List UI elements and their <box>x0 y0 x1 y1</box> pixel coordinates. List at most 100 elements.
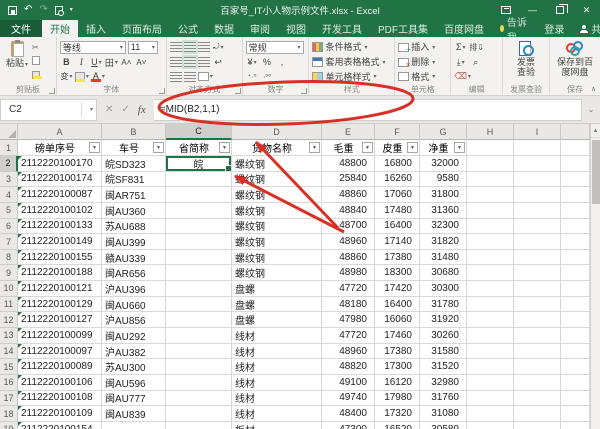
cell-I6[interactable] <box>514 219 561 235</box>
row-header-4[interactable]: 4 <box>0 187 18 203</box>
cell-E7[interactable]: 48960 <box>322 234 375 250</box>
cell-E9[interactable]: 48980 <box>322 265 375 281</box>
cell-D13[interactable]: 线材 <box>232 328 322 344</box>
header-cell-C[interactable]: 省简称▼ <box>166 140 232 156</box>
cell-E14[interactable]: 48960 <box>322 344 375 360</box>
cell-H14[interactable] <box>467 344 514 360</box>
cell-D12[interactable]: 盘螺 <box>232 312 322 328</box>
cell-D16[interactable]: 线材 <box>232 375 322 391</box>
column-header-G[interactable]: G <box>420 124 467 140</box>
cell-C9[interactable] <box>166 265 232 281</box>
cell-G11[interactable]: 31780 <box>420 297 467 313</box>
insert-cells-button[interactable]: 插入 <box>411 42 429 52</box>
cell-?7[interactable] <box>561 234 590 250</box>
header-cell-D[interactable]: 货物名称▼ <box>232 140 322 156</box>
cell-?8[interactable] <box>561 250 590 266</box>
cell-B9[interactable]: 闽AR656 <box>102 265 166 281</box>
cell-E2[interactable]: 48800 <box>322 156 375 172</box>
column-header-F[interactable]: F <box>375 124 420 140</box>
cell-B13[interactable]: 闽AU292 <box>102 328 166 344</box>
cell-C11[interactable] <box>166 297 232 313</box>
cell-A4[interactable]: 2112220100087 <box>18 187 102 203</box>
delete-cells-button[interactable]: 删除 <box>411 57 429 67</box>
cell-E15[interactable]: 48820 <box>322 359 375 375</box>
format-painter-icon[interactable] <box>32 71 40 82</box>
cell-C18[interactable] <box>166 406 232 422</box>
cell-I18[interactable] <box>514 406 561 422</box>
share-button[interactable]: 共享 <box>572 21 600 36</box>
cell-I8[interactable] <box>514 250 561 266</box>
shrink-font-button[interactable]: A˅ <box>135 56 148 69</box>
cell-E18[interactable]: 48400 <box>322 406 375 422</box>
cell-H10[interactable] <box>467 281 514 297</box>
cell-B15[interactable]: 苏AU300 <box>102 359 166 375</box>
cell-C12[interactable] <box>166 312 232 328</box>
cell-I14[interactable] <box>514 344 561 360</box>
cell-I13[interactable] <box>514 328 561 344</box>
cell-G17[interactable]: 31760 <box>420 391 467 407</box>
clear-button[interactable]: ⌫▾ <box>454 70 471 83</box>
row-header-5[interactable]: 5 <box>0 203 18 219</box>
column-header-E[interactable]: E <box>322 124 375 140</box>
merge-center-button[interactable]: ▾ <box>198 70 213 83</box>
font-color-button[interactable]: A▾ <box>91 70 105 83</box>
cell-G3[interactable]: 9580 <box>420 172 467 188</box>
cell-?12[interactable] <box>561 312 590 328</box>
row-header-12[interactable]: 12 <box>0 312 18 328</box>
cell-F3[interactable]: 16260 <box>375 172 420 188</box>
row-header-18[interactable]: 18 <box>0 406 18 422</box>
increase-indent-icon[interactable] <box>184 72 196 82</box>
borders-button[interactable]: 田▾ <box>105 56 118 69</box>
cell-?15[interactable] <box>561 359 590 375</box>
cell-A18[interactable]: 2112220100109 <box>18 406 102 422</box>
cell-A11[interactable]: 2112220100129 <box>18 297 102 313</box>
cell-H3[interactable] <box>467 172 514 188</box>
invoice-check-button[interactable]: 发票查验 <box>510 40 542 84</box>
cell-F18[interactable]: 17320 <box>375 406 420 422</box>
cell-I10[interactable] <box>514 281 561 297</box>
cell-F11[interactable]: 16400 <box>375 297 420 313</box>
cell-H17[interactable] <box>467 391 514 407</box>
cell-B10[interactable]: 沪AU396 <box>102 281 166 297</box>
cell-B18[interactable]: 闽AU839 <box>102 406 166 422</box>
format-as-table-button[interactable]: 套用表格格式 <box>325 57 379 67</box>
cell-?5[interactable] <box>561 203 590 219</box>
cell-A12[interactable]: 2112220100127 <box>18 312 102 328</box>
cell-E10[interactable]: 47720 <box>322 281 375 297</box>
cell-I17[interactable] <box>514 391 561 407</box>
minimize-button[interactable]: — <box>519 0 546 20</box>
header-cell-A[interactable]: 磅单序号▼ <box>18 140 102 156</box>
redo-icon[interactable]: ↷ <box>39 5 47 15</box>
cell-H7[interactable] <box>467 234 514 250</box>
cell-E5[interactable]: 48840 <box>322 203 375 219</box>
cell-A3[interactable]: 2112220100174 <box>18 172 102 188</box>
insert-function-icon[interactable]: fx <box>138 104 146 116</box>
cell-H4[interactable] <box>467 187 514 203</box>
cell-G13[interactable]: 30260 <box>420 328 467 344</box>
cell-H12[interactable] <box>467 312 514 328</box>
sign-in-button[interactable]: 登录 <box>536 21 572 36</box>
cell-B14[interactable]: 沪AU382 <box>102 344 166 360</box>
ribbon-tab-7[interactable]: 视图 <box>278 20 314 37</box>
cell-A13[interactable]: 2112220100099 <box>18 328 102 344</box>
find-select-button[interactable]: ⌕ <box>469 56 482 69</box>
cell-F7[interactable]: 17140 <box>375 234 420 250</box>
cell-G8[interactable]: 31480 <box>420 250 467 266</box>
cell-B2[interactable]: 皖SD323 <box>102 156 166 172</box>
cell-H16[interactable] <box>467 375 514 391</box>
filter-button-E[interactable]: ▼ <box>362 142 373 153</box>
ribbon-tab-2[interactable]: 插入 <box>78 20 114 37</box>
conditional-formatting-button[interactable]: 条件格式 <box>325 42 361 52</box>
cell-G10[interactable]: 30300 <box>420 281 467 297</box>
ribbon-tab-1[interactable]: 开始 <box>42 20 78 37</box>
save-to-netdisk-button[interactable]: 保存到百度网盘 <box>553 40 597 84</box>
cell-A14[interactable]: 2112220100097 <box>18 344 102 360</box>
filter-button-F[interactable]: ▼ <box>407 142 418 153</box>
header-cell-F[interactable]: 皮重▼ <box>375 140 420 156</box>
cell-F17[interactable]: 17980 <box>375 391 420 407</box>
header-cell-G[interactable]: 净重▼ <box>420 140 467 156</box>
row-header-2[interactable]: 2 <box>0 156 18 172</box>
cell-D3[interactable]: 螺纹钢 <box>232 172 322 188</box>
cell-D10[interactable]: 盘螺 <box>232 281 322 297</box>
cell-B19[interactable] <box>102 422 166 429</box>
